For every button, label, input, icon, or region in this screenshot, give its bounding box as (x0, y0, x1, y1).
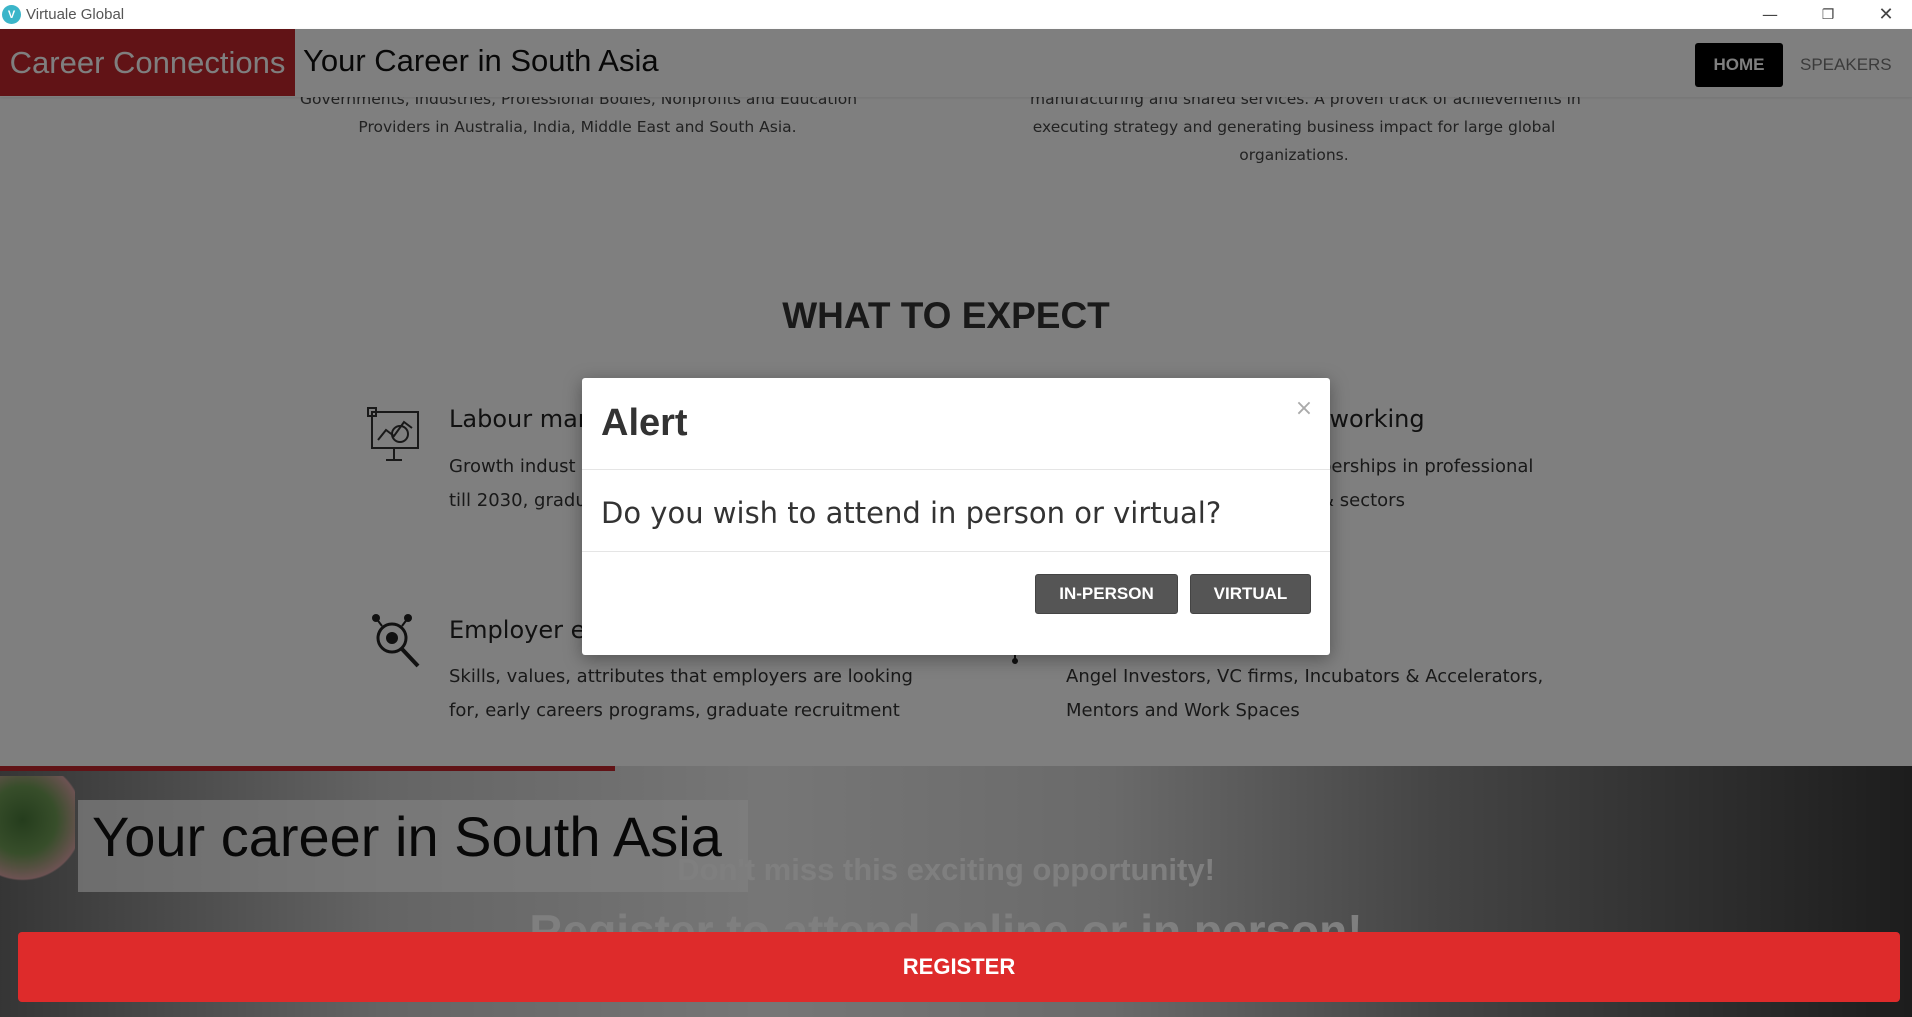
close-icon[interactable]: × (1292, 394, 1316, 422)
window-titlebar: V Virtuale Global — ❐ ✕ (0, 0, 1912, 29)
modal-title: Alert (601, 402, 688, 444)
minimize-icon[interactable]: — (1741, 0, 1799, 29)
app-logo-icon: V (2, 5, 21, 24)
register-button[interactable]: REGISTER (18, 932, 1900, 1002)
window-title: Virtuale Global (26, 6, 125, 23)
modal-footer: IN-PERSON VIRTUAL (582, 552, 1330, 655)
modal-body: Do you wish to attend in person or virtu… (582, 470, 1330, 552)
window-close-icon[interactable]: ✕ (1857, 0, 1912, 29)
in-person-button[interactable]: IN-PERSON (1035, 574, 1178, 614)
alert-modal: Alert × Do you wish to attend in person … (582, 378, 1330, 655)
restore-icon[interactable]: ❐ (1799, 0, 1857, 29)
modal-header: Alert × (582, 378, 1330, 470)
virtual-button[interactable]: VIRTUAL (1190, 574, 1311, 614)
modal-question: Do you wish to attend in person or virtu… (601, 496, 1222, 530)
